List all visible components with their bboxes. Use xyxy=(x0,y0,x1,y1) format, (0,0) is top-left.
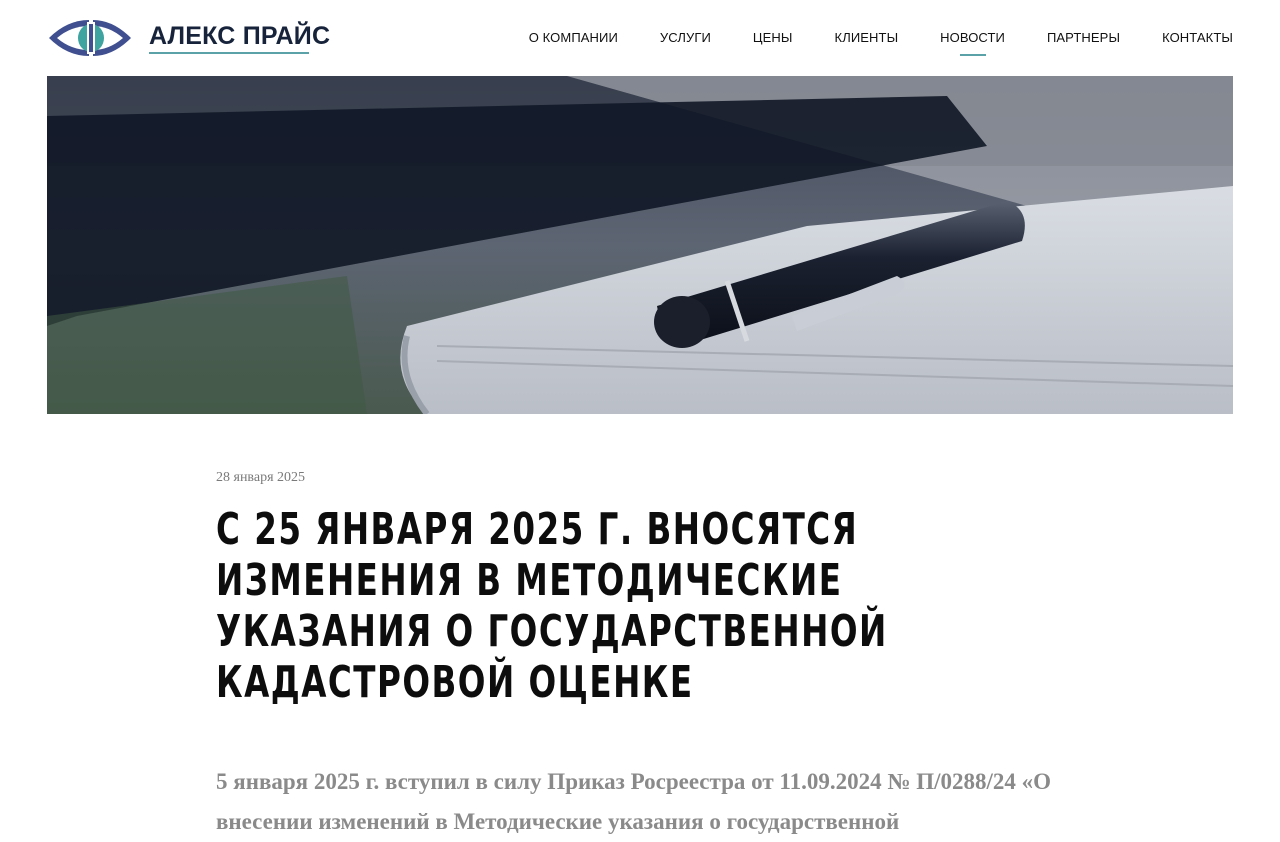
hero-image xyxy=(47,76,1233,414)
article: 28 января 2025 С 25 января 2025 г. внося… xyxy=(216,470,1076,834)
main-nav: О КОМПАНИИ УСЛУГИ ЦЕНЫ КЛИЕНТЫ НОВОСТИ П… xyxy=(487,30,1233,45)
article-title: С 25 января 2025 г. вносятся изменения в… xyxy=(216,504,888,708)
nav-item-services[interactable]: УСЛУГИ xyxy=(660,30,711,45)
site-header: АЛЕКС ПРАЙС О КОМПАНИИ УСЛУГИ ЦЕНЫ КЛИЕН… xyxy=(0,0,1280,76)
logo-text: АЛЕКС ПРАЙС xyxy=(149,22,331,50)
logo[interactable]: АЛЕКС ПРАЙС xyxy=(47,18,330,58)
pen-notebook-illustration xyxy=(47,76,1233,414)
eye-logo-icon xyxy=(49,20,131,56)
nav-item-clients[interactable]: КЛИЕНТЫ xyxy=(835,30,899,45)
nav-item-prices[interactable]: ЦЕНЫ xyxy=(753,30,793,45)
logo-underline xyxy=(149,52,309,54)
nav-item-contacts[interactable]: КОНТАКТЫ xyxy=(1162,30,1233,45)
nav-item-partners[interactable]: ПАРТНЕРЫ xyxy=(1047,30,1120,45)
article-lead: 5 января 2025 г. вступил в силу Приказ Р… xyxy=(216,769,1052,834)
article-date: 28 января 2025 xyxy=(216,470,306,485)
nav-item-about[interactable]: О КОМПАНИИ xyxy=(529,30,618,45)
nav-item-news[interactable]: НОВОСТИ xyxy=(940,30,1005,45)
